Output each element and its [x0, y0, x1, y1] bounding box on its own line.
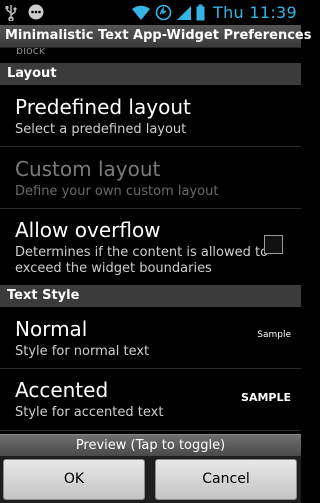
cut-off-summary: block	[16, 48, 46, 57]
pref-summary: Define your own custom layout	[15, 184, 219, 199]
pref-summary: Style for normal text	[15, 344, 150, 359]
cancel-button[interactable]: Cancel	[155, 459, 297, 500]
status-bar: Thu 11:39	[0, 0, 301, 25]
usb-icon	[5, 5, 17, 21]
section-header-label: Text Style	[7, 288, 80, 303]
battery-icon	[196, 4, 205, 21]
pref-summary-line-2: exceed the widget boundaries	[15, 261, 212, 276]
title-bar: Minimalistic Text App-Widget Preferences	[0, 25, 311, 48]
pref-custom-layout: Custom layout Define your own custom lay…	[0, 147, 301, 208]
window-title: Minimalistic Text App-Widget Preferences	[5, 28, 312, 43]
section-header-text-style: Text Style	[0, 285, 301, 307]
section-header-label: Layout	[7, 66, 57, 81]
section-header-layout: Layout	[0, 63, 301, 85]
pref-accented-style[interactable]: Accented Style for accented text SAMPLE	[0, 369, 301, 430]
divider	[0, 430, 301, 431]
pref-allow-overflow[interactable]: Allow overflow Determines if the content…	[0, 209, 301, 285]
pref-title: Accented	[15, 378, 109, 402]
preview-label: Preview (Tap to toggle)	[75, 438, 226, 453]
normal-style-sample: Sample	[257, 330, 291, 340]
pref-summary: Style for accented text	[15, 405, 164, 420]
pref-normal-style[interactable]: Normal Style for normal text Sample	[0, 307, 301, 368]
notification-dots-icon	[28, 4, 44, 20]
pref-title: Predefined layout	[15, 95, 191, 119]
preferences-list[interactable]: block Layout Predefined layout Select a …	[0, 48, 301, 434]
button-bar: OK Cancel	[0, 456, 301, 503]
pref-predefined-layout[interactable]: Predefined layout Select a predefined la…	[0, 85, 301, 146]
preview-toggle[interactable]: Preview (Tap to toggle)	[0, 434, 301, 456]
pref-title: Normal	[15, 317, 88, 341]
pref-summary-line-1: Determines if the content is allowed to	[15, 245, 269, 260]
sync-icon	[155, 4, 172, 21]
ok-button[interactable]: OK	[3, 459, 145, 500]
pref-title: Allow overflow	[15, 218, 161, 242]
pref-summary: Select a predefined layout	[15, 122, 187, 137]
clock: Thu 11:39	[213, 3, 297, 22]
wifi-icon	[132, 5, 151, 20]
signal-icon	[177, 6, 192, 20]
pref-title: Custom layout	[15, 157, 161, 181]
accented-style-sample: SAMPLE	[241, 391, 291, 404]
allow-overflow-checkbox[interactable]	[264, 235, 283, 254]
